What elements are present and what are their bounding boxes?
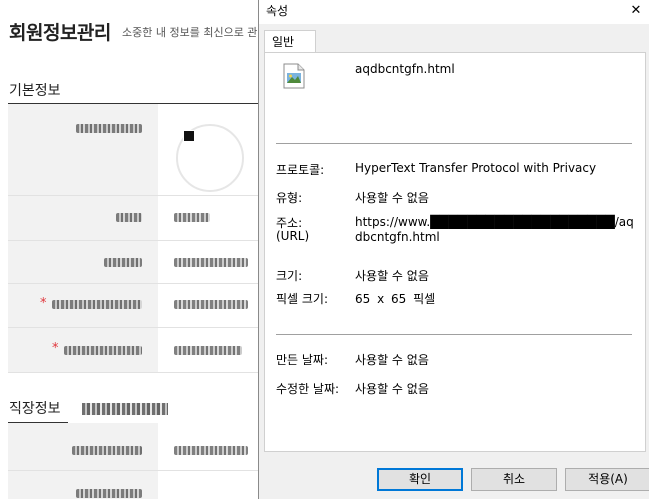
size-label: 크기:: [276, 269, 303, 283]
separator: [276, 334, 632, 335]
row-divider: [8, 240, 258, 241]
blurred-value: [174, 213, 210, 222]
row-divider: [8, 195, 258, 196]
blurred-value: [174, 346, 242, 355]
row-divider: [8, 372, 258, 373]
ok-button[interactable]: 확인: [377, 468, 463, 491]
blurred-label: [52, 300, 142, 309]
address-value[interactable]: https://www.████████████████████/aqdbcnt…: [355, 215, 640, 245]
page-description: 소중한 내 정보를 최신으로 관: [122, 26, 258, 39]
row-divider: [8, 327, 258, 328]
blurred-tab-label: [82, 403, 168, 415]
row-divider: [8, 470, 258, 471]
type-value: 사용할 수 없음: [355, 191, 429, 205]
blurred-label: [64, 346, 142, 355]
created-date-label: 만든 날짜:: [276, 353, 329, 367]
section-work-info: 직장정보: [9, 401, 61, 417]
html-file-icon: [283, 63, 305, 89]
blurred-label: [76, 124, 142, 133]
protocol-value: HyperText Transfer Protocol with Privacy: [355, 161, 597, 175]
tab-general[interactable]: 일반: [264, 30, 316, 53]
type-label: 유형:: [276, 191, 303, 205]
file-name: aqdbcntgfn.html: [355, 62, 455, 76]
modified-date-value: 사용할 수 없음: [355, 382, 429, 396]
size-value: 사용할 수 없음: [355, 269, 429, 283]
required-mark: *: [40, 296, 47, 311]
required-mark: *: [52, 341, 59, 356]
blurred-label: [72, 446, 142, 455]
section-basic-info: 기본정보: [9, 83, 61, 99]
address-url-label: (URL): [276, 229, 310, 243]
general-panel: aqdbcntgfn.html 프로토콜: HyperText Transfer…: [264, 52, 646, 452]
blurred-value: [174, 300, 248, 309]
blurred-value: [174, 446, 248, 455]
separator: [276, 143, 632, 144]
blurred-label: [76, 489, 142, 498]
avatar-edit-icon[interactable]: [183, 130, 195, 142]
basic-info-label-column: [8, 104, 158, 372]
pixel-size-value: 65 x 65 픽셀: [355, 292, 436, 306]
protocol-label: 프로토콜:: [276, 163, 325, 177]
dialog-title: 속성: [266, 4, 289, 18]
pixel-size-label: 픽셀 크기:: [276, 292, 329, 306]
work-info-label-column: [8, 423, 158, 499]
row-divider: [8, 283, 258, 284]
dialog-titlebar[interactable]: 속성 ✕: [259, 0, 649, 24]
blurred-value: [174, 258, 248, 267]
modified-date-label: 수정한 날짜:: [276, 382, 340, 396]
blurred-label: [116, 213, 142, 222]
created-date-value: 사용할 수 없음: [355, 353, 429, 367]
blurred-label: [104, 258, 142, 267]
properties-dialog: 속성 ✕ 일반 aqdbcntgfn.html 프로토콜: HyperText …: [258, 0, 649, 499]
close-icon[interactable]: ✕: [622, 0, 649, 24]
cancel-button[interactable]: 취소: [471, 468, 557, 491]
page-title: 회원정보관리: [9, 22, 111, 44]
apply-button[interactable]: 적용(A): [565, 468, 649, 491]
